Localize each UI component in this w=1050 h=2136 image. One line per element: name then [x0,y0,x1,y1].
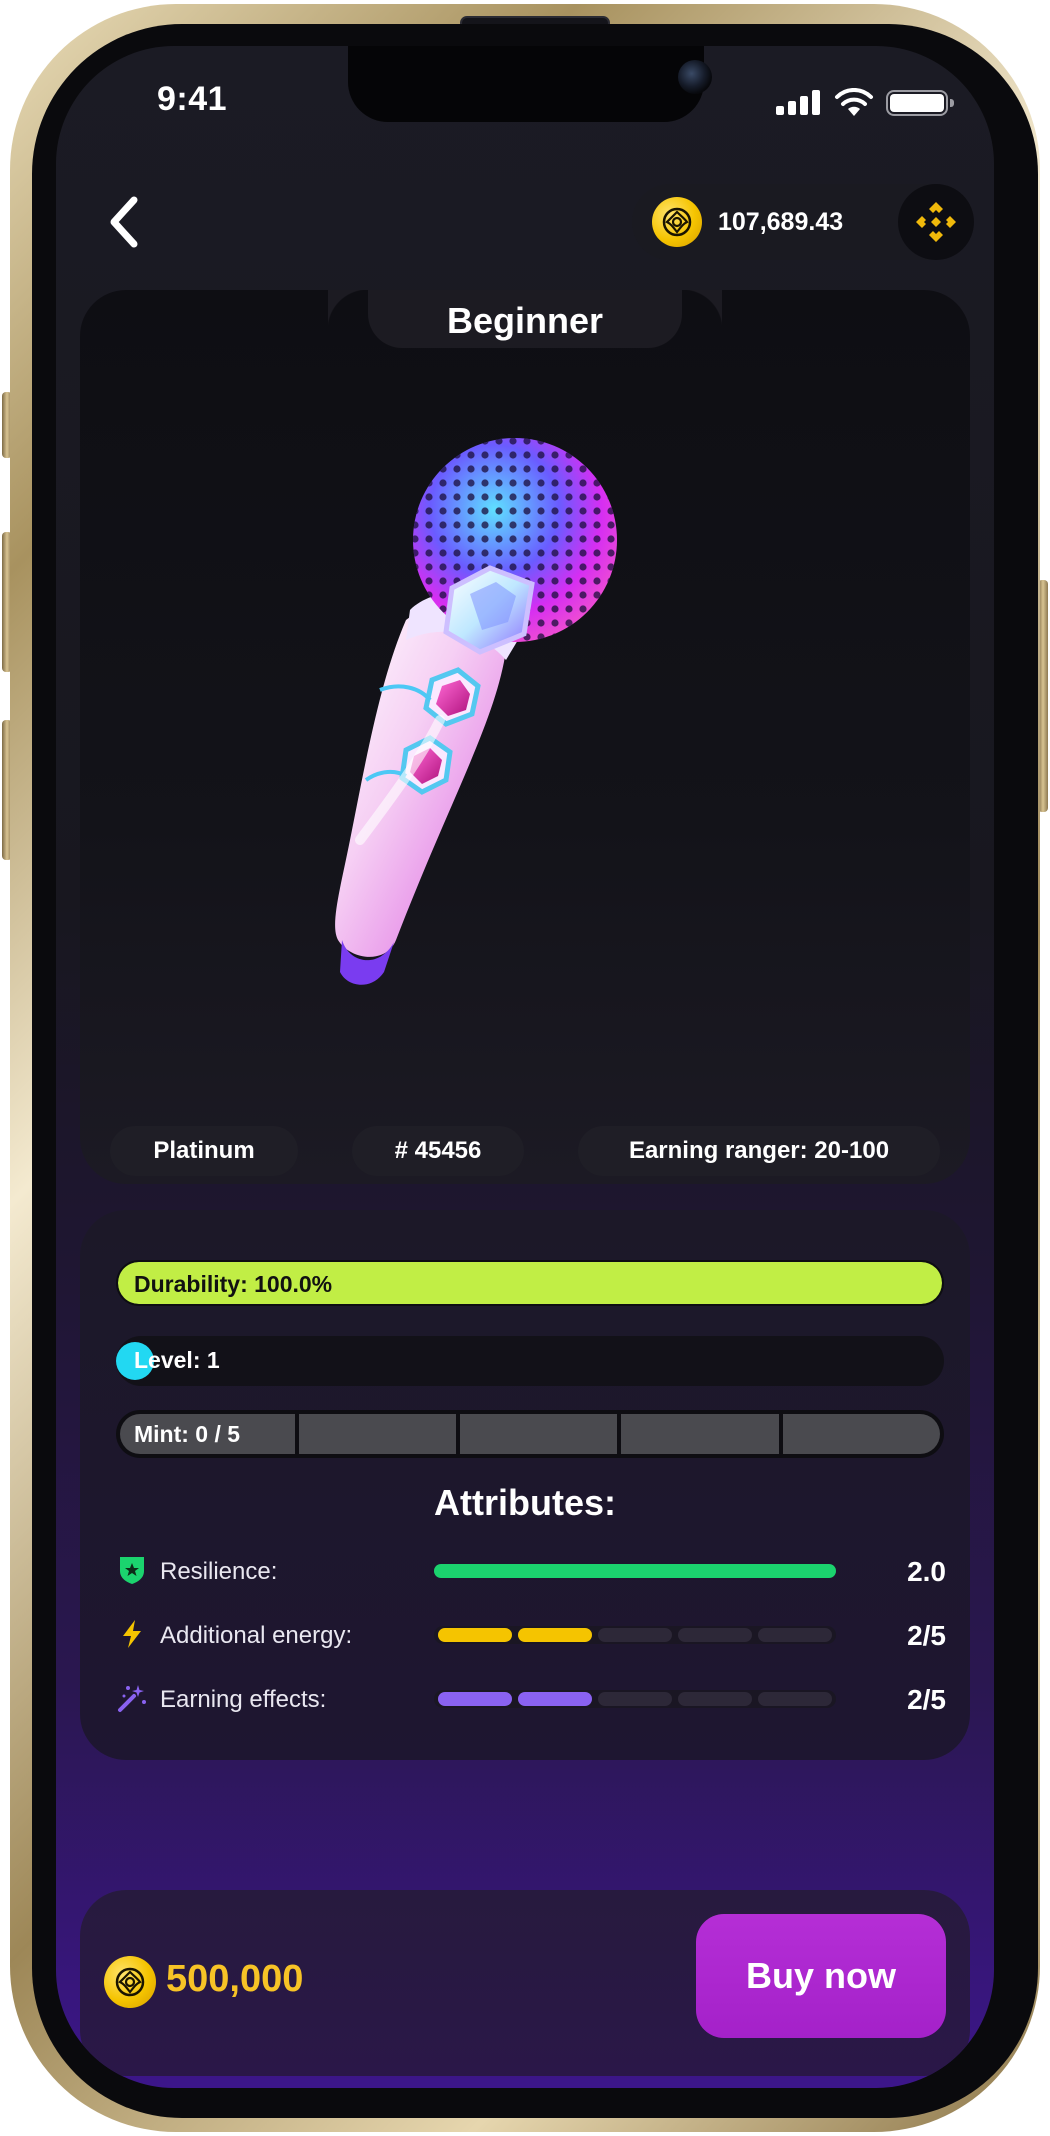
balance-pill: 107,689.43 [632,184,974,260]
resilience-track [434,1562,836,1580]
back-chevron-icon [110,196,138,248]
segment-empty [758,1628,832,1642]
segment-empty [598,1692,672,1706]
segment-filled [518,1628,592,1642]
mint-segment: Mint: 0 / 5 [120,1414,295,1454]
price-value: 500,000 [166,1958,304,2000]
lightning-icon [123,1620,141,1648]
attribute-row-earning-effects: Earning effects: 2/5 [116,1676,946,1720]
balance-value: 107,689.43 [718,208,844,236]
mint-label: Mint: 0 / 5 [134,1420,241,1447]
app-screen: 9:41 107,689.43 Beginner Platinum # 4545… [56,46,994,2088]
nft-id-chip: # 45456 [352,1126,524,1176]
notch [348,46,712,122]
durability-bar: Durability: 100.0% [116,1260,944,1306]
mint-segment [782,1414,941,1454]
level-label: Level: 1 [134,1347,220,1373]
wifi-icon [835,88,873,116]
durability-label: Durability: 100.0% [134,1271,333,1297]
stats-card: Durability: 100.0% Level: 1 Mint: 0 / 5 … [80,1210,970,1760]
purchase-bar: 500,000 Buy now [80,1890,970,2076]
tier-tab: Beginner [368,290,722,348]
segment-empty [598,1628,672,1642]
attributes-title: Attributes: [434,1482,616,1523]
segment-filled [438,1628,512,1642]
segment-empty [758,1692,832,1706]
segment-track [434,1626,836,1644]
level-bar: Level: 1 [116,1336,944,1386]
resilience-fill [434,1564,836,1578]
tier-label: Beginner [446,300,604,341]
nft-card: Beginner Platinum # 45456 Earning ranger… [80,290,970,1184]
signal-icon [776,88,822,118]
shield-star-icon [120,1557,144,1584]
segment-empty [678,1692,752,1706]
attribute-value: 2.0 [907,1556,946,1587]
binance-icon [916,202,956,242]
attribute-value: 2/5 [907,1684,946,1715]
segment-filled [518,1692,592,1706]
back-button[interactable] [92,190,156,254]
attribute-label: Resilience: [160,1558,278,1585]
segment-track [434,1690,836,1708]
earning-effects-track [434,1690,836,1708]
attribute-row-resilience: Resilience: 2.0 [116,1548,946,1592]
energy-track [434,1626,836,1644]
mint-segment [621,1414,779,1454]
earning-range-chip: Earning ranger: 20-100 [578,1126,940,1176]
status-time: 9:41 [156,80,228,118]
attribute-label: Earning effects: [160,1686,327,1713]
front-camera [678,60,712,94]
mint-bar: Mint: 0 / 5 [116,1410,944,1458]
mint-segment [459,1414,618,1454]
microphone-nft-image [335,438,617,985]
magic-wand-icon [118,1685,146,1712]
attribute-label: Additional energy: [160,1622,353,1649]
status-icons [776,88,966,118]
binance-wallet-button[interactable] [898,184,974,260]
attribute-row-energy: Additional energy: 2/5 [116,1612,946,1656]
segment-empty [678,1628,752,1642]
coin-icon [104,1956,156,2008]
rarity-chip: Platinum [110,1126,298,1176]
segment-filled [438,1692,512,1706]
mint-segment [298,1414,456,1454]
battery-icon [886,90,954,116]
attribute-value: 2/5 [907,1620,946,1651]
coin-icon [652,197,702,247]
buy-now-button[interactable]: Buy now [696,1914,946,2038]
